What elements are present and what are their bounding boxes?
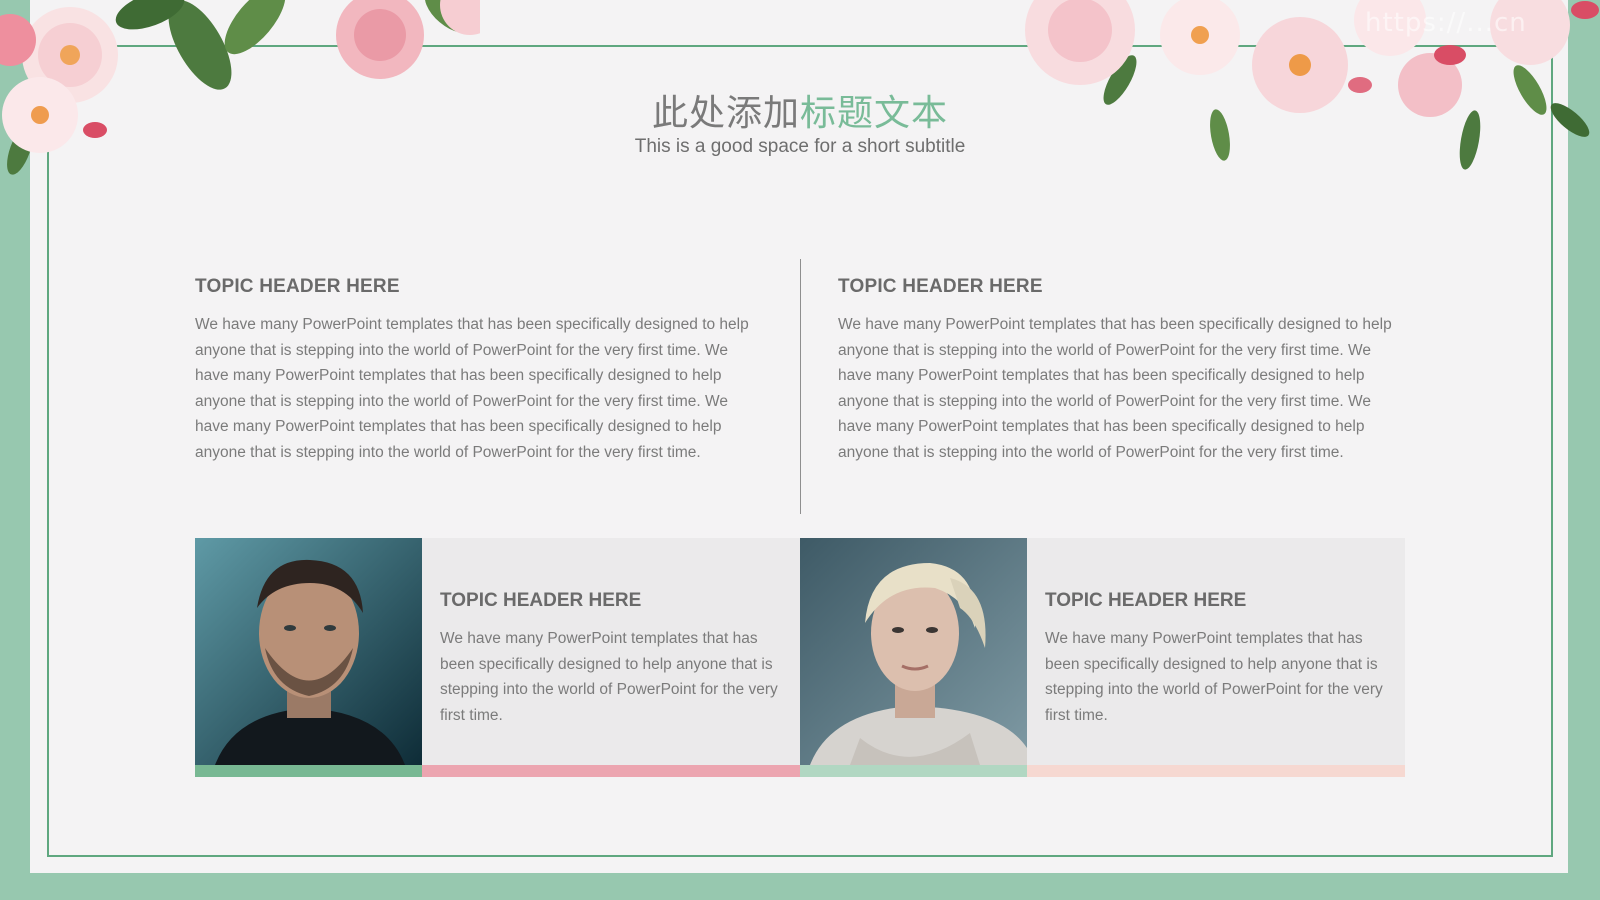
person-icon bbox=[195, 538, 422, 765]
title-accent: 标题文本 bbox=[800, 93, 949, 134]
card-info: TOPIC HEADER HERE We have many PowerPoin… bbox=[1027, 538, 1405, 765]
vertical-divider bbox=[800, 259, 801, 514]
topic-body: We have many PowerPoint templates that h… bbox=[838, 316, 1392, 461]
topic-block-right: TOPIC HEADER HERE We have many PowerPoin… bbox=[838, 276, 1408, 466]
topic-block-left: TOPIC HEADER HERE We have many PowerPoin… bbox=[195, 276, 765, 466]
accent-bar-light-green bbox=[800, 765, 1027, 777]
card-body: We have many PowerPoint templates that h… bbox=[440, 630, 778, 724]
watermark-text: https://...cn bbox=[1365, 8, 1527, 38]
topic-body: We have many PowerPoint templates that h… bbox=[195, 316, 749, 461]
card-header: TOPIC HEADER HERE bbox=[1045, 590, 1247, 611]
card-body: We have many PowerPoint templates that h… bbox=[1045, 630, 1383, 724]
card-info: TOPIC HEADER HERE We have many PowerPoin… bbox=[422, 538, 800, 765]
profile-card-left: TOPIC HEADER HERE We have many PowerPoin… bbox=[195, 538, 800, 778]
topic-header: TOPIC HEADER HERE bbox=[195, 276, 400, 297]
woman-portrait-photo bbox=[800, 538, 1027, 765]
person-icon bbox=[800, 538, 1027, 765]
accent-bar-peach bbox=[1027, 765, 1405, 777]
accent-bar-green bbox=[195, 765, 422, 777]
page-title: 此处添加标题文本 bbox=[0, 84, 1600, 136]
accent-bar-pink bbox=[422, 765, 800, 777]
page-subtitle: This is a good space for a short subtitl… bbox=[634, 136, 966, 157]
man-portrait-photo bbox=[195, 538, 422, 765]
card-header: TOPIC HEADER HERE bbox=[440, 590, 642, 611]
topic-header: TOPIC HEADER HERE bbox=[838, 276, 1043, 297]
title-main: 此处添加 bbox=[651, 93, 800, 134]
profile-card-right: TOPIC HEADER HERE We have many PowerPoin… bbox=[800, 538, 1405, 778]
